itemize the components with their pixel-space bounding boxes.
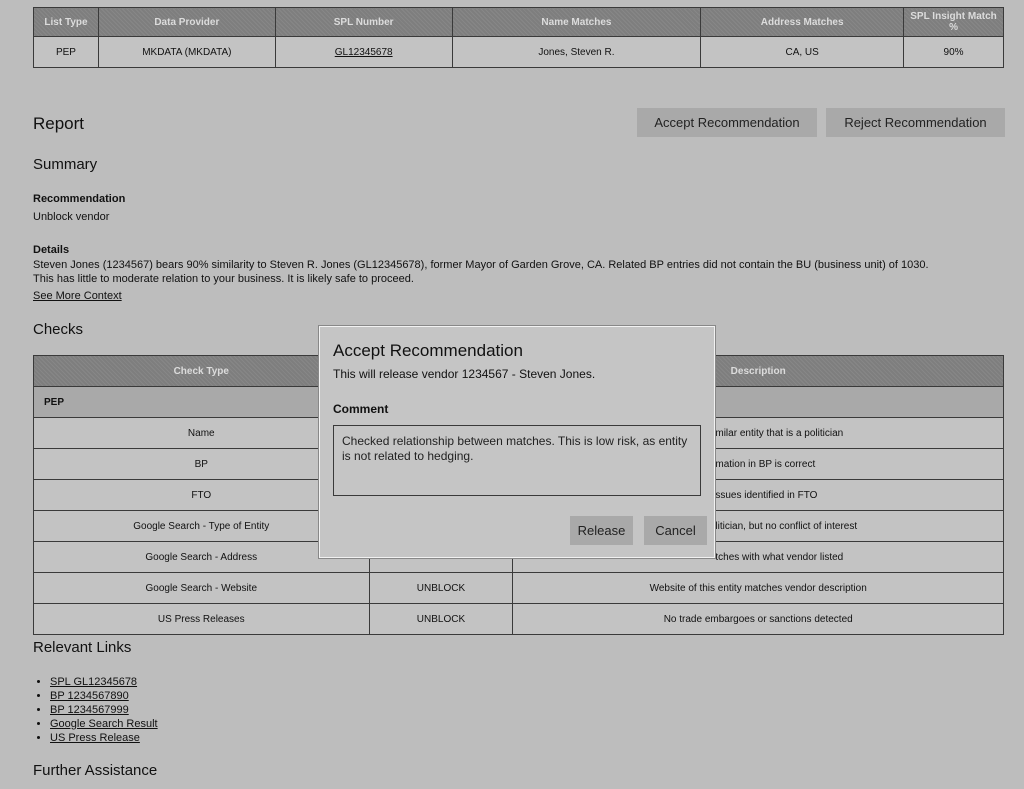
header-insight-match: SPL Insight Match % <box>903 7 1004 37</box>
comment-label: Comment <box>333 402 389 416</box>
check-result: UNBLOCK <box>368 603 514 635</box>
dialog-title: Accept Recommendation <box>333 341 523 360</box>
checks-heading: Checks <box>33 321 84 338</box>
page-title: Report <box>33 114 85 133</box>
cell-address-matches: CA, US <box>700 36 905 68</box>
header-list-type: List Type <box>33 7 99 37</box>
check-type: US Press Releases <box>33 603 370 635</box>
cell-name-matches: Jones, Steven R. <box>451 36 702 68</box>
check-description: No trade embargoes or sanctions detected <box>512 603 1004 635</box>
accept-recommendation-button[interactable]: Accept Recommendation <box>637 108 817 137</box>
comment-textarea[interactable]: Checked relationship between matches. Th… <box>333 425 701 496</box>
see-more-context-link[interactable]: See More Context <box>33 289 122 303</box>
header-address-matches: Address Matches <box>700 7 905 37</box>
details-line-1: Steven Jones (1234567) bears 90% similar… <box>33 259 929 271</box>
release-button[interactable]: Release <box>570 516 633 545</box>
link-spl[interactable]: SPL GL12345678 <box>50 675 158 689</box>
table-row: Google Search - Website UNBLOCK Website … <box>33 572 1004 604</box>
check-description: Website of this entity matches vendor de… <box>512 572 1004 604</box>
check-type: Google Search - Website <box>33 572 370 604</box>
cell-spl-number-link[interactable]: GL12345678 <box>274 36 453 68</box>
cell-data-provider: MKDATA (MKDATA) <box>97 36 276 68</box>
cell-insight-match: 90% <box>903 36 1004 68</box>
link-google-search[interactable]: Google Search Result <box>50 717 158 731</box>
cell-list-type: PEP <box>33 36 99 68</box>
link-bp-2[interactable]: BP 1234567999 <box>50 703 158 717</box>
match-table: List Type Data Provider SPL Number Name … <box>33 7 1004 68</box>
recommendation-label: Recommendation <box>33 193 126 205</box>
cancel-button[interactable]: Cancel <box>644 516 707 545</box>
relevant-links-heading: Relevant Links <box>33 639 132 656</box>
link-bp-1[interactable]: BP 1234567890 <box>50 689 158 703</box>
table-row: US Press Releases UNBLOCK No trade embar… <box>33 603 1004 635</box>
header-name-matches: Name Matches <box>451 7 702 37</box>
header-spl-number: SPL Number <box>274 7 453 37</box>
check-result: UNBLOCK <box>368 572 514 604</box>
recommendation-value: Unblock vendor <box>33 211 110 223</box>
header-data-provider: Data Provider <box>97 7 276 37</box>
relevant-links-list: SPL GL12345678 BP 1234567890 BP 12345679… <box>38 675 158 745</box>
details-line-2: This has little to moderate relation to … <box>33 273 414 285</box>
link-us-press-release[interactable]: US Press Release <box>50 731 158 745</box>
table-row: PEP MKDATA (MKDATA) GL12345678 Jones, St… <box>33 36 1004 68</box>
accept-recommendation-dialog: Accept Recommendation This will release … <box>319 326 715 558</box>
further-assistance-heading: Further Assistance <box>33 762 158 779</box>
match-table-header: List Type Data Provider SPL Number Name … <box>33 7 1004 37</box>
dialog-subtitle: This will release vendor 1234567 - Steve… <box>333 367 596 381</box>
details-label: Details <box>33 244 70 256</box>
summary-heading: Summary <box>33 156 98 173</box>
reject-recommendation-button[interactable]: Reject Recommendation <box>826 108 1005 137</box>
